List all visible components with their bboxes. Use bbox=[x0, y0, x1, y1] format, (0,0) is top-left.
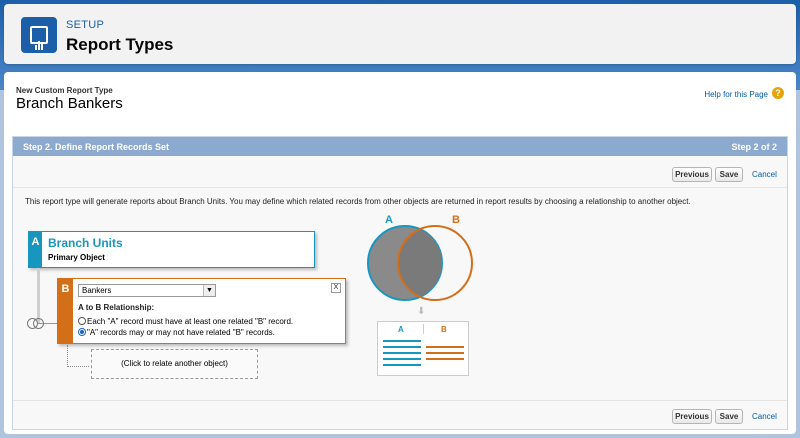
object-a-tag: A bbox=[29, 232, 42, 267]
cancel-link-top[interactable]: Cancel bbox=[752, 170, 777, 179]
primary-object-subtitle: Primary Object bbox=[48, 253, 105, 262]
table-line bbox=[426, 346, 464, 348]
close-icon[interactable]: X bbox=[331, 283, 341, 293]
primary-object-name: Branch Units bbox=[48, 236, 123, 250]
setup-label: SETUP bbox=[66, 19, 105, 31]
table-line bbox=[383, 352, 421, 354]
save-button-top[interactable]: Save bbox=[715, 167, 743, 182]
step-progress: Step 2 of 2 bbox=[731, 142, 777, 152]
table-line bbox=[383, 358, 421, 360]
table-line bbox=[383, 340, 421, 342]
previous-button-bottom[interactable]: Previous bbox=[672, 409, 712, 424]
table-line bbox=[383, 364, 421, 366]
relationship-option-1-label: Each "A" record must have at least one r… bbox=[87, 317, 294, 326]
divider-bottom bbox=[13, 400, 787, 401]
table-line bbox=[426, 358, 464, 360]
related-object-select-value: Bankers bbox=[82, 286, 112, 295]
divider-top bbox=[13, 187, 787, 188]
add-related-object-button[interactable]: (Click to relate another object) bbox=[91, 349, 258, 379]
table-col-b: B bbox=[441, 325, 447, 334]
step-title: Step 2. Define Report Records Set bbox=[23, 142, 170, 152]
table-line bbox=[383, 346, 421, 348]
primary-object-box: A Branch Units Primary Object bbox=[28, 231, 315, 268]
table-col-separator bbox=[423, 324, 424, 334]
page-heading: Report Types bbox=[66, 35, 174, 54]
step-header: Step 2. Define Report Records Set Step 2… bbox=[13, 137, 787, 156]
step-description: This report type will generate reports a… bbox=[25, 197, 691, 206]
save-button-bottom[interactable]: Save bbox=[715, 409, 743, 424]
table-col-a: A bbox=[398, 325, 404, 334]
report-types-icon bbox=[21, 17, 57, 53]
relationship-option-2[interactable]: "A" records may or may not have related … bbox=[78, 328, 275, 337]
arrow-down-icon: ⬇ bbox=[417, 306, 426, 317]
table-line bbox=[426, 352, 464, 354]
setup-header: SETUP Report Types bbox=[4, 4, 796, 64]
relationship-option-1[interactable]: Each "A" record must have at least one r… bbox=[78, 317, 293, 326]
relationship-radio-1[interactable] bbox=[78, 317, 86, 325]
cancel-link-bottom[interactable]: Cancel bbox=[752, 412, 777, 421]
chevron-down-icon[interactable]: ▼ bbox=[203, 285, 215, 296]
related-object-box: B Bankers ▼ X A to B Relationship: Each … bbox=[57, 278, 346, 344]
relationship-option-2-label: "A" records may or may not have related … bbox=[87, 328, 275, 337]
relationship-label: A to B Relationship: bbox=[78, 303, 155, 312]
help-link[interactable]: Help for this Page bbox=[704, 90, 768, 99]
relationship-radio-2[interactable] bbox=[78, 328, 86, 336]
venn-label-a: A bbox=[385, 214, 393, 226]
related-object-select[interactable]: Bankers ▼ bbox=[78, 284, 216, 297]
previous-button-top[interactable]: Previous bbox=[672, 167, 712, 182]
object-b-tag: B bbox=[58, 279, 73, 343]
link-ring-icon bbox=[33, 318, 44, 329]
page-title: Branch Bankers bbox=[16, 95, 123, 112]
dotted-connector-branch bbox=[67, 366, 89, 367]
breadcrumb: New Custom Report Type bbox=[16, 86, 113, 95]
dotted-connector bbox=[67, 345, 68, 367]
venn-diagram: A B bbox=[367, 214, 473, 301]
help-icon[interactable]: ? bbox=[772, 87, 784, 99]
venn-label-b: B bbox=[452, 214, 460, 226]
connector-line bbox=[37, 268, 40, 324]
result-table-icon: A B bbox=[377, 321, 469, 376]
